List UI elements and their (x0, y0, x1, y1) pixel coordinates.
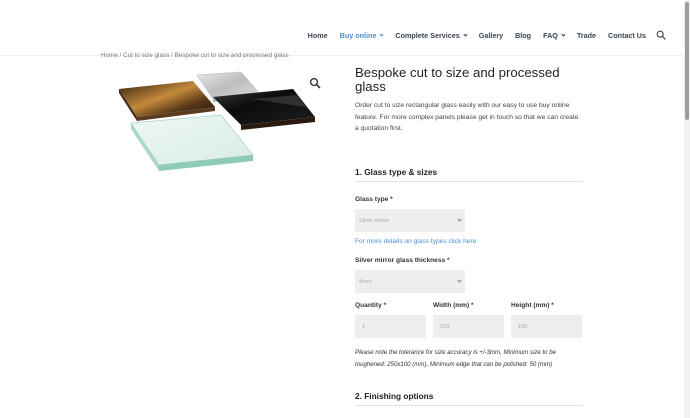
nav-item-faq[interactable]: FAQ (543, 30, 566, 40)
breadcrumb[interactable]: Home / Cut to size glass / Bespoke cut t… (101, 52, 289, 59)
quantity-input[interactable]: 1 (355, 315, 426, 338)
nav-item-label: Trade (576, 30, 597, 40)
nav-item-trade[interactable]: Trade (577, 31, 596, 40)
nav-item-label: Complete Services (395, 30, 460, 40)
scrollbar-thumb[interactable] (685, 2, 689, 120)
quantity-value: 1 (362, 323, 366, 330)
chevron-down-icon (457, 217, 462, 222)
tolerance-note: Please note the tolerance for size accur… (355, 349, 557, 368)
width-label: Width (mm) * (433, 302, 474, 309)
nav-item-complete-services[interactable]: Complete Services (395, 30, 468, 40)
nav-item-label: FAQ (543, 30, 558, 40)
nav-item-label: Home (307, 30, 328, 40)
thickness-value: 4mm (359, 278, 372, 285)
chevron-down-icon (463, 31, 468, 37)
site-header: Home Buy online Complete Services Gallery Bl… (0, 0, 684, 55)
nav-item-home[interactable]: Home (308, 31, 328, 40)
height-input[interactable]: 100 (511, 315, 582, 338)
section-heading-glass-type: 1. Glass type & sizes (355, 167, 583, 182)
nav-item-label: Contact Us (608, 30, 646, 40)
product-title: Bespoke cut to size and processed glass (355, 65, 560, 94)
nav-item-label: Buy online (339, 30, 377, 40)
page-scrollbar[interactable] (684, 0, 690, 418)
chevron-down-icon (379, 31, 385, 37)
section-heading-finishing: 2. Finishing options (355, 391, 583, 406)
nav-item-blog[interactable]: Blog (515, 31, 531, 40)
product-image[interactable] (101, 69, 327, 181)
nav-item-label: Gallery (478, 30, 504, 40)
nav-item-gallery[interactable]: Gallery (479, 31, 503, 40)
glass-type-value: Silver mirror (359, 217, 390, 224)
height-value: 100 (518, 323, 528, 330)
chevron-down-icon (457, 278, 462, 283)
height-label: Height (mm) * (511, 302, 554, 309)
width-input[interactable]: 100 (433, 315, 504, 338)
thickness-label: Silver mirror glass thickness * (355, 257, 450, 264)
glass-type-label: Glass type * (355, 196, 393, 203)
product-summary: Bespoke cut to size and processed glass … (355, 66, 583, 135)
search-icon[interactable] (656, 30, 666, 40)
thickness-select[interactable]: 4mm (355, 270, 465, 293)
width-value: 100 (440, 323, 450, 330)
magnifier-icon[interactable] (309, 77, 321, 89)
glass-type-select[interactable]: Silver mirror (355, 209, 465, 232)
main-nav: Home Buy online Complete Services Gallery Bl… (296, 30, 666, 40)
product-intro: Order cut to size rectangular glass easi… (355, 102, 579, 132)
nav-item-buy-online[interactable]: Buy online (339, 30, 385, 40)
glass-samples-photo (119, 71, 315, 171)
nav-item-contact-us[interactable]: Contact Us (608, 31, 646, 40)
quantity-label: Quantity * (355, 302, 387, 309)
chevron-down-icon (561, 31, 566, 37)
glass-types-details-link[interactable]: For more details on glass types click he… (355, 238, 476, 245)
nav-item-label: Blog (515, 30, 532, 40)
